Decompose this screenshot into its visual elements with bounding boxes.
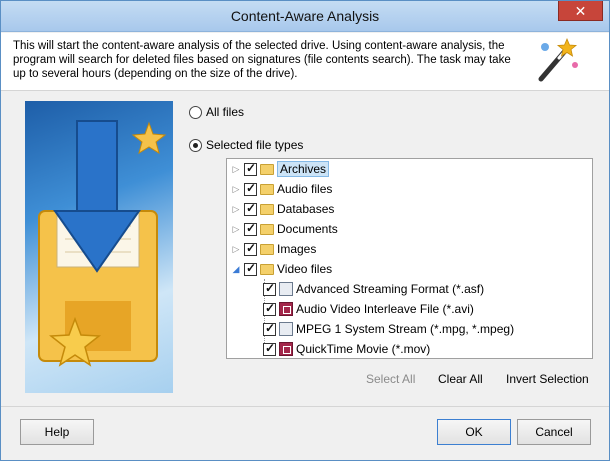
tree-item-label: QuickTime Movie (*.mov) — [296, 342, 431, 356]
title-bar: Content-Aware Analysis ✕ — [1, 1, 609, 32]
collapse-arrow-icon[interactable]: ◢ — [231, 264, 241, 275]
ok-button[interactable]: OK — [437, 419, 511, 445]
selected-types-radio[interactable] — [189, 138, 202, 152]
file-type-tree[interactable]: ▷ Archives ▷ Audio files ▷ Databases ▷ D… — [226, 158, 593, 359]
tree-item-label: Audio Video Interleave File (*.avi) — [296, 302, 474, 316]
tree-item-label: Images — [277, 242, 317, 256]
tree-item-label: Databases — [277, 202, 335, 216]
expand-arrow-icon[interactable]: ▷ — [231, 164, 241, 175]
databases-checkbox[interactable] — [244, 201, 257, 216]
document-icon — [279, 282, 293, 296]
all-files-radio[interactable] — [189, 105, 202, 119]
folder-icon — [260, 263, 274, 275]
expand-arrow-icon[interactable]: ▷ — [231, 184, 241, 195]
media-icon — [279, 342, 293, 356]
tree-item-mov[interactable]: QuickTime Movie (*.mov) — [263, 339, 430, 359]
folder-icon — [260, 223, 274, 235]
tree-item-asf[interactable]: Advanced Streaming Format (*.asf) — [263, 279, 484, 299]
tree-item-label: Documents — [277, 222, 338, 236]
select-all-button[interactable]: Select All — [366, 372, 415, 386]
asf-checkbox[interactable] — [263, 281, 276, 296]
expand-arrow-icon[interactable]: ▷ — [231, 244, 241, 255]
dialog-window: Content-Aware Analysis ✕ This will start… — [0, 0, 610, 461]
tree-item-label: Advanced Streaming Format (*.asf) — [296, 282, 485, 296]
expand-arrow-icon[interactable]: ▷ — [231, 204, 241, 215]
folder-icon — [260, 163, 274, 175]
tree-item-mpeg[interactable]: MPEG 1 System Stream (*.mpg, *.mpeg) — [263, 319, 514, 339]
document-icon — [279, 322, 293, 336]
archives-checkbox[interactable] — [244, 161, 257, 176]
tree-item-label: Video files — [277, 262, 333, 276]
tree-item-label: Archives — [277, 161, 330, 177]
documents-checkbox[interactable] — [244, 221, 257, 236]
download-disk-icon — [38, 120, 167, 367]
tree-item-avi[interactable]: Audio Video Interleave File (*.avi) — [263, 299, 474, 319]
avi-checkbox[interactable] — [263, 301, 276, 316]
tree-item-images[interactable]: ▷ Images — [231, 239, 317, 259]
header-panel: This will start the content-aware analys… — [1, 33, 609, 91]
tree-item-label: Audio files — [277, 182, 333, 196]
cancel-button[interactable]: Cancel — [517, 419, 591, 445]
expand-arrow-icon[interactable]: ▷ — [231, 224, 241, 235]
floppy-illustration — [25, 101, 173, 393]
mpeg-checkbox[interactable] — [263, 321, 276, 336]
window-title: Content-Aware Analysis — [230, 8, 380, 24]
folder-icon — [260, 243, 274, 255]
selected-types-option[interactable]: Selected file types — [189, 138, 303, 152]
magic-wand-icon — [538, 37, 578, 82]
video-checkbox[interactable] — [244, 261, 257, 276]
folder-icon — [260, 183, 274, 195]
tree-item-audio[interactable]: ▷ Audio files — [231, 179, 333, 199]
folder-icon — [260, 203, 274, 215]
media-icon — [279, 302, 293, 316]
tree-item-video[interactable]: ◢ Video files — [231, 259, 333, 279]
tree-item-label: MPEG 1 System Stream (*.mpg, *.mpeg) — [296, 322, 515, 336]
tree-item-archives[interactable]: ▷ Archives — [231, 159, 330, 179]
audio-checkbox[interactable] — [244, 181, 257, 196]
help-button[interactable]: Help — [20, 419, 94, 445]
mov-checkbox[interactable] — [263, 341, 276, 356]
tree-item-documents[interactable]: ▷ Documents — [231, 219, 338, 239]
footer-divider — [1, 406, 609, 407]
description-text: This will start the content-aware analys… — [13, 40, 511, 80]
images-checkbox[interactable] — [244, 241, 257, 256]
selected-types-label: Selected file types — [206, 138, 304, 152]
close-button[interactable]: ✕ — [558, 1, 603, 21]
all-files-label: All files — [206, 105, 245, 119]
all-files-option[interactable]: All files — [189, 105, 244, 119]
clear-all-button[interactable]: Clear All — [438, 372, 483, 386]
invert-selection-button[interactable]: Invert Selection — [506, 372, 589, 386]
tree-item-databases[interactable]: ▷ Databases — [231, 199, 335, 219]
